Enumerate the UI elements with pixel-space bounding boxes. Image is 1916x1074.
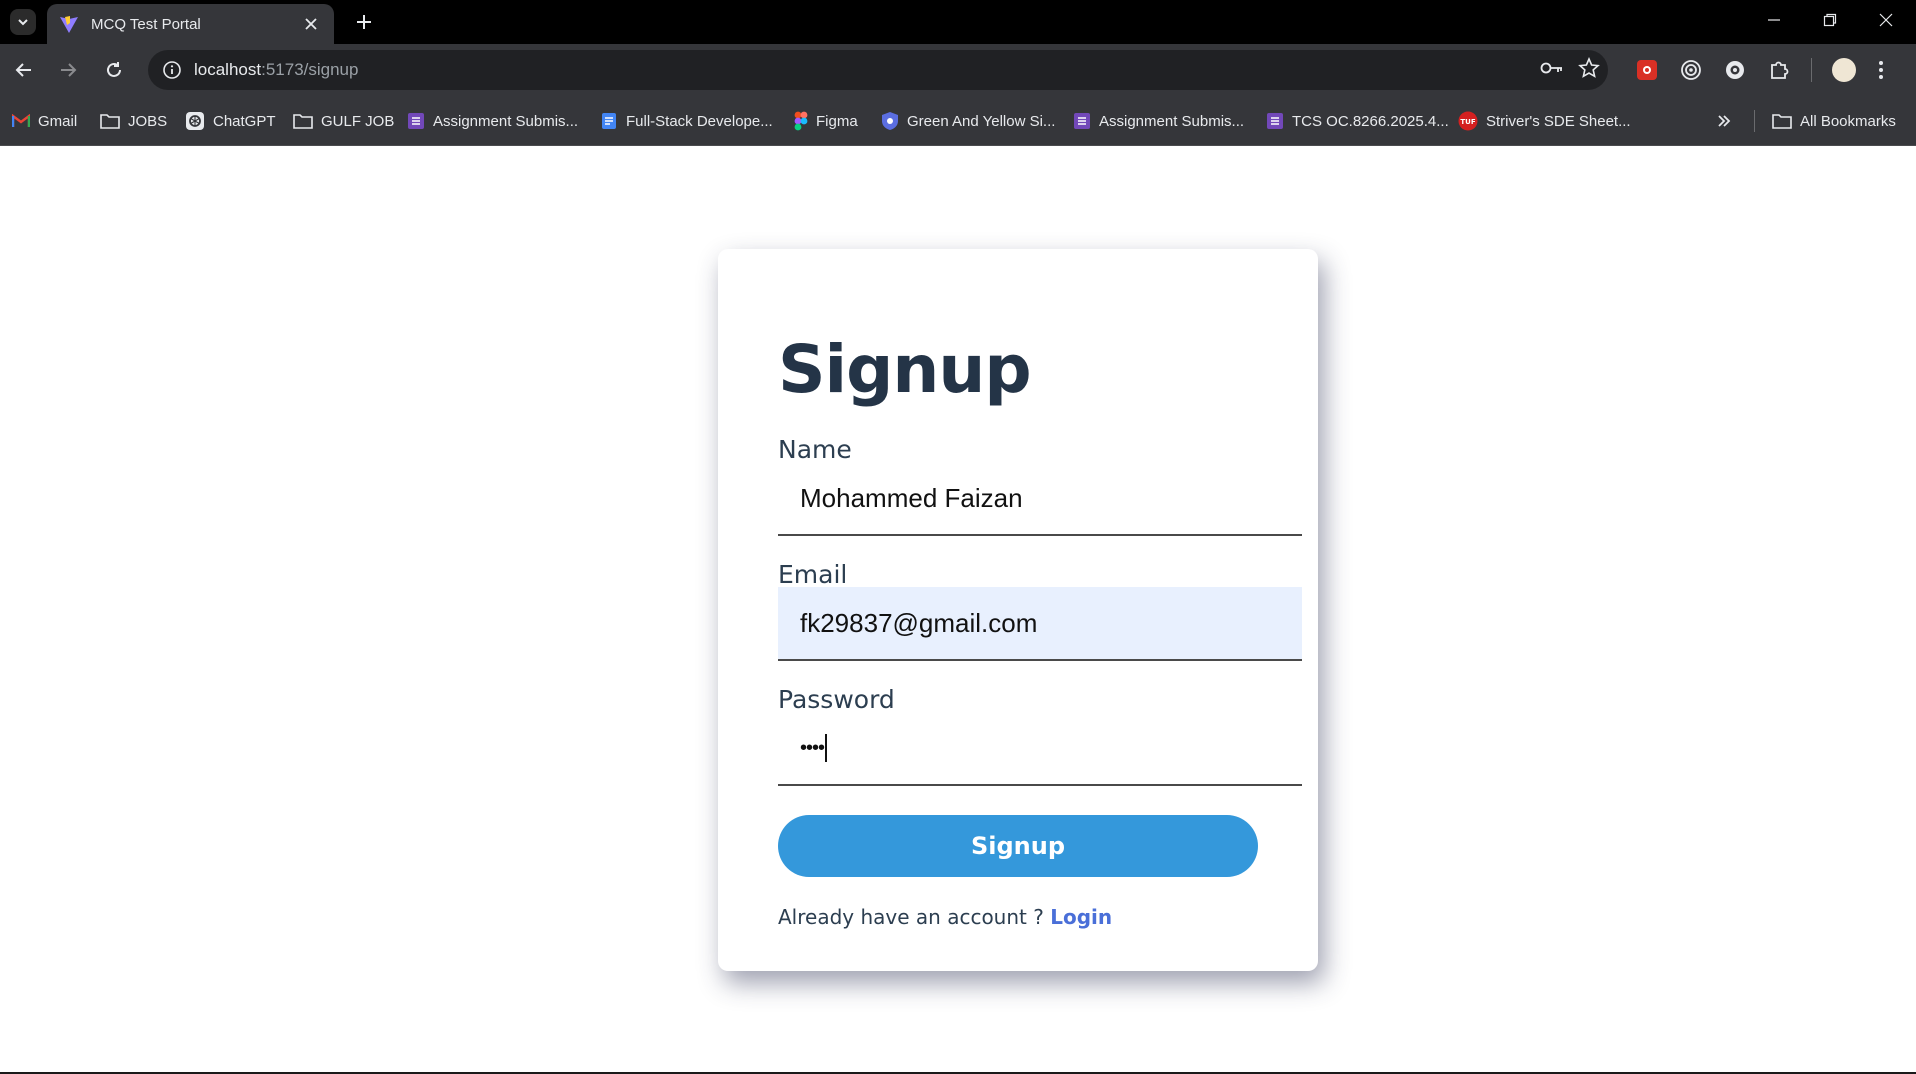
forward-button[interactable]	[52, 54, 84, 86]
restore-button[interactable]	[1802, 0, 1858, 40]
signup-card: Signup Name Mohammed Faizan Email fk2983…	[718, 249, 1318, 971]
login-prompt-text: Already have an account ?	[778, 905, 1051, 929]
folder-icon	[293, 114, 313, 129]
browser-menu-icon[interactable]	[1866, 48, 1896, 92]
double-chevron-right-icon	[1718, 115, 1731, 127]
folder-icon	[100, 114, 120, 129]
extension-target-icon[interactable]	[1669, 48, 1713, 92]
bookmark-label: TCS OC.8266.2025.4...	[1292, 112, 1449, 130]
tab-search-button[interactable]	[10, 9, 36, 35]
active-tab[interactable]: MCQ Test Portal	[47, 4, 334, 44]
login-link[interactable]: Login	[1050, 905, 1112, 929]
bookmark-striver[interactable]: TUF Striver's SDE Sheet...	[1458, 108, 1631, 134]
password-key-icon[interactable]	[1540, 60, 1564, 81]
all-bookmarks-label: All Bookmarks	[1800, 112, 1896, 130]
folder-icon	[1772, 114, 1792, 129]
bookmark-gulf-job[interactable]: GULF JOB	[293, 108, 394, 134]
extension-red-icon[interactable]	[1625, 48, 1669, 92]
arrow-right-icon	[61, 63, 77, 77]
extension-lens-icon[interactable]	[1713, 48, 1757, 92]
name-field[interactable]: Mohammed Faizan	[778, 462, 1302, 536]
tuf-icon: TUF	[1458, 111, 1478, 131]
new-tab-button[interactable]	[350, 8, 378, 36]
minimize-icon	[1768, 19, 1780, 21]
address-bar[interactable]: localhost:5173/signup	[148, 50, 1608, 90]
page-content: Signup Name Mohammed Faizan Email fk2983…	[0, 147, 1916, 1074]
toolbar-divider	[1811, 58, 1812, 82]
name-label: Name	[778, 435, 852, 464]
svg-text:TUF: TUF	[1460, 118, 1475, 126]
signup-button[interactable]: Signup	[778, 815, 1258, 877]
extensions-area	[1625, 44, 1896, 96]
tab-title: MCQ Test Portal	[91, 15, 201, 33]
site-info-icon[interactable]	[152, 50, 192, 90]
shield-icon	[882, 112, 898, 130]
gmail-icon	[12, 114, 30, 127]
plus-icon	[357, 15, 371, 29]
bookmark-fullstack[interactable]: Full-Stack Develope...	[600, 108, 773, 134]
bookmark-green-yellow[interactable]: Green And Yellow Si...	[881, 108, 1055, 134]
bookmark-assignment-1[interactable]: Assignment Submis...	[407, 108, 578, 134]
back-button[interactable]	[8, 54, 40, 86]
more-bookmarks-button[interactable]	[1716, 108, 1732, 134]
bookmark-star-icon[interactable]	[1578, 56, 1600, 84]
name-value: Mohammed Faizan	[800, 482, 1023, 513]
close-tab-icon[interactable]	[300, 13, 322, 35]
bookmark-label: Figma	[816, 112, 858, 130]
bookmarks-bar: Gmail JOBS ChatGPT GULF JOB Assignment S…	[0, 96, 1916, 146]
bookmark-jobs[interactable]: JOBS	[100, 108, 167, 134]
password-field[interactable]: ••••	[778, 712, 1302, 786]
bookmark-label: GULF JOB	[321, 112, 395, 130]
login-prompt: Already have an account ? Login	[778, 905, 1112, 929]
extensions-puzzle-icon[interactable]	[1757, 48, 1801, 92]
url-host: localhost	[194, 60, 262, 79]
figma-icon	[794, 111, 808, 131]
tab-strip: MCQ Test Portal	[0, 0, 1916, 44]
bookmark-label: Striver's SDE Sheet...	[1486, 112, 1631, 130]
page-title: Signup	[778, 331, 1032, 408]
docs-icon	[602, 113, 616, 129]
bookmark-assignment-2[interactable]: Assignment Submis...	[1073, 108, 1244, 134]
email-label: Email	[778, 560, 848, 589]
bookmark-label: Gmail	[38, 112, 78, 130]
bookmark-label: Assignment Submis...	[1099, 112, 1245, 130]
restore-icon	[1823, 13, 1837, 27]
url-text: localhost:5173/signup	[194, 60, 358, 80]
bookmarks-divider	[1754, 110, 1755, 132]
chevron-down-icon	[18, 19, 28, 26]
forms-icon	[408, 113, 424, 129]
url-path: :5173/signup	[261, 60, 359, 79]
password-label: Password	[778, 685, 895, 714]
forms-icon	[1074, 113, 1090, 129]
bookmark-label: JOBS	[128, 112, 168, 130]
reload-button[interactable]	[98, 54, 130, 86]
bookmark-figma[interactable]: Figma	[794, 108, 858, 134]
bookmark-label: Full-Stack Develope...	[626, 112, 773, 130]
email-value: fk29837@gmail.com	[800, 607, 1038, 638]
bookmark-tcs[interactable]: TCS OC.8266.2025.4...	[1266, 108, 1449, 134]
text-caret	[825, 734, 828, 762]
forms-icon	[1267, 113, 1283, 129]
all-bookmarks-button[interactable]: All Bookmarks	[1772, 108, 1896, 134]
bookmark-label: Green And Yellow Si...	[907, 112, 1056, 130]
close-window-button[interactable]	[1858, 0, 1914, 40]
password-mask: ••••	[800, 736, 825, 759]
browser-toolbar: localhost:5173/signup	[0, 44, 1916, 96]
bookmark-label: Assignment Submis...	[433, 112, 579, 130]
bookmark-label: ChatGPT	[213, 112, 276, 130]
arrow-left-icon	[15, 63, 31, 77]
vite-logo-icon	[60, 16, 78, 33]
email-field[interactable]: fk29837@gmail.com	[778, 587, 1302, 661]
bookmark-gmail[interactable]: Gmail	[12, 108, 77, 134]
close-icon	[1879, 13, 1893, 27]
bookmark-chatgpt[interactable]: ChatGPT	[185, 108, 276, 134]
minimize-button[interactable]	[1746, 0, 1802, 40]
reload-icon	[107, 62, 121, 77]
profile-avatar[interactable]	[1822, 48, 1866, 92]
chatgpt-icon	[186, 112, 204, 130]
